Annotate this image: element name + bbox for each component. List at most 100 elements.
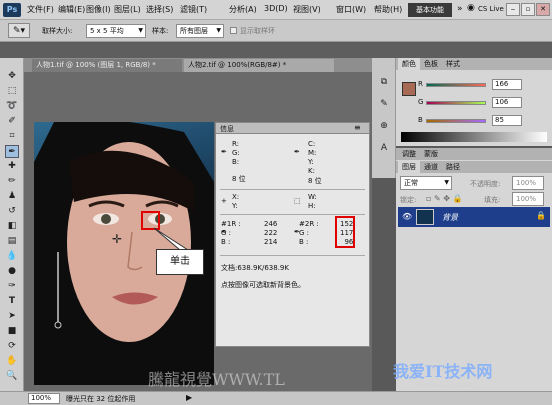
- menu-help[interactable]: 帮助(H): [374, 4, 402, 15]
- sample-layers-select[interactable]: 所有图层 ▼: [176, 24, 224, 38]
- dodge-tool-icon[interactable]: ●: [5, 265, 19, 278]
- sample-size-label: 取样大小:: [42, 27, 73, 35]
- lock-icon: 🔒: [536, 211, 546, 220]
- layer-name[interactable]: 背景: [442, 212, 458, 223]
- character-panel-icon[interactable]: A: [377, 142, 391, 155]
- cs-live-label[interactable]: CS Live: [478, 5, 504, 13]
- panel-menu-icon[interactable]: ≡: [354, 123, 361, 132]
- eyedropper-small-icon: ✒: [221, 148, 227, 156]
- tab-layers[interactable]: 图层: [398, 161, 420, 173]
- status-text: 曝光只在 32 位起作用: [66, 395, 136, 403]
- r-value[interactable]: 166: [492, 79, 522, 90]
- info-xy-labels: X: Y:: [232, 193, 240, 210]
- close-button[interactable]: ✕: [536, 3, 550, 16]
- g-slider[interactable]: [426, 101, 486, 105]
- opacity-field[interactable]: 100%: [512, 176, 544, 190]
- marquee-tool-icon[interactable]: ⬚: [5, 85, 19, 98]
- chevron-down-icon: ▼: [138, 27, 143, 34]
- tab-adjustments[interactable]: 调整: [398, 148, 420, 160]
- blur-tool-icon[interactable]: 💧: [5, 250, 19, 263]
- type-tool-icon[interactable]: T: [5, 295, 19, 308]
- eyedropper-small-icon: ✒: [294, 148, 300, 156]
- sampler1-labels: #1R : G : B :: [221, 220, 241, 246]
- menu-edit[interactable]: 编辑(E): [58, 4, 85, 15]
- sample-label: 样本:: [152, 27, 169, 35]
- brush-tool-icon[interactable]: ✏: [5, 175, 19, 188]
- document-size: 文档:638.9K/638.9K: [221, 264, 289, 272]
- opacity-label: 不透明度:: [470, 180, 501, 188]
- chevron-down-icon: ▼: [444, 179, 449, 186]
- layers-panel: 调整 蒙版 图层 通道 路径 正常 ▼ 不透明度: 100% 锁定: ▫ ✎ ✥ …: [396, 148, 552, 393]
- blend-mode-value: 正常: [404, 179, 418, 187]
- hand-tool-icon[interactable]: ✋: [5, 355, 19, 368]
- tab-channels[interactable]: 通道: [420, 161, 442, 173]
- b-slider[interactable]: [426, 119, 486, 123]
- minimize-button[interactable]: ‒: [506, 3, 520, 16]
- values-highlight-box: [335, 216, 355, 248]
- b-value[interactable]: 85: [492, 115, 522, 126]
- tab-document-1[interactable]: 人物1.tif @ 100% (图层 1, RGB/8) *: [32, 59, 182, 72]
- healing-brush-tool-icon[interactable]: ✚: [5, 160, 19, 173]
- blend-mode-select[interactable]: 正常 ▼: [400, 176, 452, 190]
- menu-file[interactable]: 文件(F): [27, 4, 54, 15]
- pen-tool-icon[interactable]: ✑: [5, 280, 19, 293]
- menu-bar: Ps 文件(F) 编辑(E) 图像(I) 图层(L) 选择(S) 滤镜(T) 分…: [0, 0, 552, 20]
- tab-color[interactable]: 颜色: [398, 58, 420, 70]
- tab-swatches[interactable]: 色板: [420, 58, 442, 70]
- gradient-tool-icon[interactable]: ▤: [5, 235, 19, 248]
- r-slider[interactable]: [426, 83, 486, 87]
- zoom-tool-icon[interactable]: 🔍: [5, 370, 19, 383]
- info-panel-title[interactable]: 信息: [220, 124, 234, 134]
- cs-live-icon[interactable]: ◉: [467, 3, 475, 13]
- menu-select[interactable]: 选择(S): [146, 4, 173, 15]
- show-ring-label: 显示取样环: [240, 27, 275, 35]
- info-hint: 点按图像可选取新背景色。: [221, 281, 305, 289]
- dock-header: [0, 43, 552, 58]
- menu-3d[interactable]: 3D(D): [264, 4, 288, 13]
- quick-select-tool-icon[interactable]: ✐: [5, 115, 19, 128]
- sample-size-select[interactable]: 5 x 5 平均 ▼: [86, 24, 146, 38]
- workspace-button[interactable]: 基本功能: [408, 3, 452, 17]
- tab-document-2[interactable]: 人物2.tif @ 100%(RGB/8#) *: [184, 59, 334, 72]
- tab-styles[interactable]: 样式: [442, 58, 464, 70]
- document-tabs: 人物1.tif @ 100% (图层 1, RGB/8) * 人物2.tif @…: [24, 58, 372, 72]
- status-arrow-icon[interactable]: ▶: [186, 393, 192, 402]
- tab-masks[interactable]: 蒙版: [420, 148, 442, 160]
- brush-panel-icon[interactable]: ✎: [377, 98, 391, 111]
- color-sampler-crosshair-icon: ✛: [112, 232, 123, 246]
- clone-source-icon[interactable]: ⊕: [377, 120, 391, 133]
- left-iris: [101, 214, 111, 224]
- fill-field[interactable]: 100%: [512, 192, 544, 206]
- eyedropper-preset-button[interactable]: ✎▾: [8, 23, 30, 38]
- eye-icon[interactable]: 👁: [402, 212, 412, 221]
- foreground-swatch[interactable]: [402, 82, 416, 96]
- lock-icons[interactable]: ▫ ✎ ✥ 🔒: [426, 194, 462, 203]
- restore-button[interactable]: ▫: [521, 3, 535, 16]
- g-value[interactable]: 106: [492, 97, 522, 108]
- clone-stamp-tool-icon[interactable]: ♟: [5, 190, 19, 203]
- show-ring-checkbox[interactable]: [230, 27, 237, 34]
- crop-tool-icon[interactable]: ⌗: [5, 130, 19, 143]
- shape-tool-icon[interactable]: ■: [5, 325, 19, 338]
- move-tool-icon[interactable]: ✥: [5, 70, 19, 83]
- path-select-tool-icon[interactable]: ➤: [5, 310, 19, 323]
- color-ramp[interactable]: [401, 132, 547, 142]
- menu-window[interactable]: 窗口(W): [336, 4, 366, 15]
- history-brush-tool-icon[interactable]: ↺: [5, 205, 19, 218]
- info-bit-left: 8 位: [232, 175, 246, 183]
- menu-filter[interactable]: 滤镜(T): [180, 4, 207, 15]
- zoom-field[interactable]: 100%: [28, 393, 60, 404]
- tab-paths[interactable]: 路径: [442, 161, 464, 173]
- lock-label: 锁定:: [400, 196, 417, 204]
- menu-layer[interactable]: 图层(L): [114, 4, 141, 15]
- history-panel-icon[interactable]: ⧉: [377, 76, 391, 89]
- 3d-rotate-tool-icon[interactable]: ⟳: [5, 340, 19, 353]
- menu-view[interactable]: 视图(V): [293, 4, 321, 15]
- double-chevron-icon[interactable]: »: [457, 4, 463, 14]
- watermark-site: www.52ij.com: [418, 380, 474, 389]
- lasso-tool-icon[interactable]: ➰: [5, 100, 19, 113]
- menu-image[interactable]: 图像(I): [86, 4, 111, 15]
- eyedropper-tool-icon[interactable]: ✒: [5, 145, 19, 158]
- menu-analysis[interactable]: 分析(A): [229, 4, 257, 15]
- eraser-tool-icon[interactable]: ◧: [5, 220, 19, 233]
